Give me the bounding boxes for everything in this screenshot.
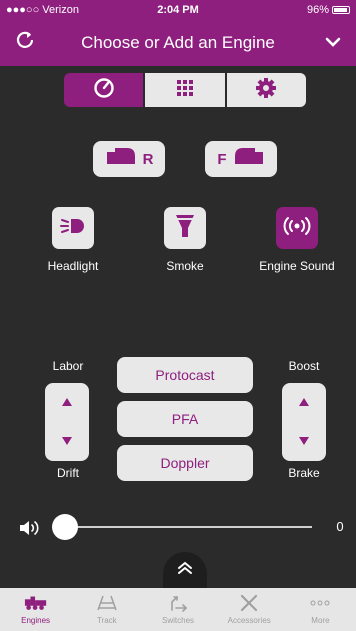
tab-keypad[interactable] bbox=[143, 73, 225, 107]
tab-accessories[interactable]: Accessories bbox=[214, 588, 285, 631]
more-dots-icon bbox=[308, 593, 332, 613]
bottom-tab-bar: Engines Track Switches Accessories More bbox=[0, 588, 356, 631]
boost-brake-control bbox=[282, 383, 326, 461]
tab-switches[interactable]: Switches bbox=[142, 588, 213, 631]
switch-arrow-icon bbox=[166, 593, 190, 613]
engine-sound-label: Engine Sound bbox=[259, 259, 335, 273]
drift-down-button[interactable] bbox=[45, 422, 89, 461]
headlight-label: Headlight bbox=[47, 259, 99, 273]
boost-label: Boost bbox=[288, 359, 320, 373]
page-title: Choose or Add an Engine bbox=[81, 33, 275, 52]
labor-up-button[interactable] bbox=[45, 383, 89, 422]
keypad-grid-icon bbox=[175, 78, 195, 103]
tab-engines-label: Engines bbox=[21, 616, 51, 625]
headlight-button[interactable] bbox=[52, 207, 94, 249]
triangle-down-icon bbox=[61, 433, 73, 451]
chevron-down-icon[interactable] bbox=[322, 30, 344, 54]
tab-track-label: Track bbox=[96, 616, 117, 625]
gear-icon bbox=[255, 77, 277, 104]
tab-throttle[interactable] bbox=[64, 73, 144, 107]
smoke-stack-icon bbox=[173, 212, 197, 245]
clock-time: 2:04 PM bbox=[157, 4, 199, 16]
double-chevron-up-icon bbox=[176, 560, 194, 581]
triangle-up-icon bbox=[61, 394, 73, 412]
headlight-icon bbox=[59, 214, 87, 243]
tab-more[interactable]: More bbox=[285, 588, 356, 631]
doppler-button[interactable]: Doppler bbox=[117, 445, 253, 481]
volume-value: 0 bbox=[336, 519, 344, 534]
locomotive-forward-icon bbox=[231, 146, 265, 173]
sound-waves-icon bbox=[282, 214, 312, 243]
speedometer-icon bbox=[93, 77, 115, 104]
reverse-label: R bbox=[142, 150, 154, 168]
forward-button[interactable]: F bbox=[205, 141, 277, 177]
labor-drift-control bbox=[45, 383, 89, 461]
status-bar: ●●●○○ Verizon 2:04 PM 96% bbox=[0, 0, 356, 20]
nav-bar: Choose or Add an Engine bbox=[0, 20, 356, 66]
boost-up-button[interactable] bbox=[282, 383, 326, 422]
tab-accessories-label: Accessories bbox=[227, 616, 271, 625]
battery-icon bbox=[332, 6, 350, 14]
brake-label: Brake bbox=[288, 466, 320, 480]
battery-percent: 96% bbox=[306, 4, 329, 16]
protocast-button[interactable]: Protocast bbox=[117, 357, 253, 393]
crossed-tools-icon bbox=[237, 593, 261, 613]
tab-switches-label: Switches bbox=[162, 616, 195, 625]
smoke-label: Smoke bbox=[166, 259, 204, 273]
brake-down-button[interactable] bbox=[282, 422, 326, 461]
forward-label: F bbox=[217, 150, 227, 168]
volume-slider-thumb[interactable] bbox=[52, 514, 78, 540]
triangle-down-icon bbox=[298, 433, 310, 451]
engine-sound-button[interactable] bbox=[276, 207, 318, 249]
locomotive-reverse-icon bbox=[105, 146, 139, 173]
expand-drawer-button[interactable] bbox=[163, 552, 207, 588]
mode-segmented-control bbox=[64, 73, 306, 107]
track-icon bbox=[95, 593, 119, 613]
tab-engines[interactable]: Engines bbox=[0, 588, 71, 631]
smoke-button[interactable] bbox=[164, 207, 206, 249]
triangle-up-icon bbox=[298, 394, 310, 412]
battery-status: 96% bbox=[307, 4, 350, 16]
labor-label: Labor bbox=[52, 359, 84, 373]
reverse-button[interactable]: R bbox=[93, 141, 165, 177]
locomotive-icon bbox=[24, 593, 48, 613]
volume-slider-track[interactable] bbox=[62, 526, 312, 528]
tab-track[interactable]: Track bbox=[71, 588, 142, 631]
speaker-volume-icon bbox=[18, 518, 44, 538]
drift-label: Drift bbox=[57, 466, 79, 480]
pfa-button[interactable]: PFA bbox=[117, 401, 253, 437]
tab-more-label: More bbox=[311, 616, 330, 625]
tab-settings[interactable] bbox=[224, 73, 306, 107]
